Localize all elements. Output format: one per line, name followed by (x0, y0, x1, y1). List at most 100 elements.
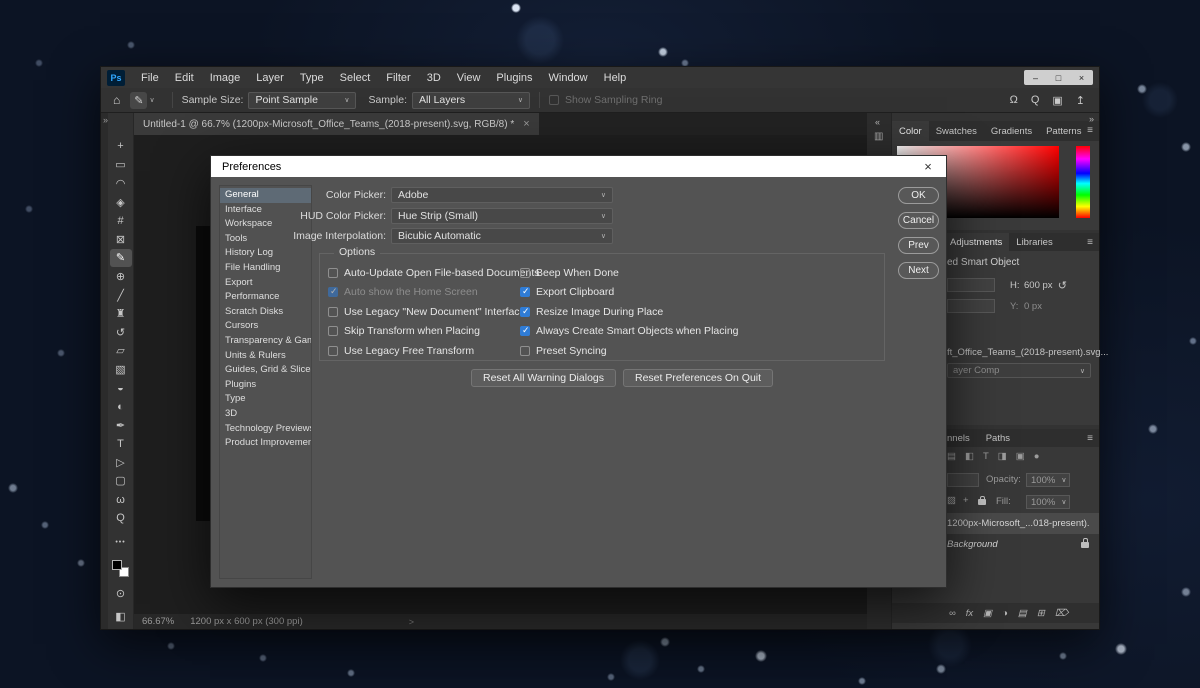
hue-strip[interactable] (1076, 146, 1090, 218)
lock-transparency-icon[interactable]: ▨ (947, 495, 956, 506)
zoom-level[interactable]: 66.67% (142, 616, 174, 627)
panel-tab[interactable]: Libraries (1009, 233, 1059, 251)
clone-stamp-tool-icon[interactable]: ♜ (110, 304, 132, 323)
delete-layer-icon[interactable]: ⌦ (1055, 608, 1068, 619)
panel-tab[interactable]: Swatches (929, 121, 984, 141)
layer-mask-icon[interactable]: ▣ (983, 608, 992, 619)
object-selection-tool-icon[interactable]: ◈ (110, 193, 132, 212)
adjustment-layer-icon[interactable]: ◑ (1002, 608, 1008, 619)
preference-checkbox[interactable]: Auto show the Home Screen (328, 287, 540, 298)
preference-checkbox[interactable]: Use Legacy "New Document" Interface (328, 306, 540, 317)
menu-item[interactable]: Help (596, 72, 635, 84)
menu-item[interactable]: Edit (167, 72, 202, 84)
prefs-sidebar-item[interactable]: Product Improvement (220, 436, 311, 451)
prefs-sidebar-item[interactable]: Guides, Grid & Slices (220, 363, 311, 378)
filter-shape-icon[interactable]: ◨ (998, 451, 1007, 462)
menu-item[interactable]: Select (332, 72, 379, 84)
color-picker-dropdown[interactable]: Adobe ∨ (391, 187, 613, 203)
blur-tool-icon[interactable]: ◒ (110, 379, 132, 398)
filter-kind-icon[interactable]: ▤ (947, 451, 956, 462)
workspace-icon[interactable]: ▣ (1052, 94, 1062, 107)
prefs-sidebar-item[interactable]: Units & Rulers (220, 349, 311, 364)
prefs-sidebar-item[interactable]: Type (220, 392, 311, 407)
panel-tab[interactable]: Gradients (984, 121, 1039, 141)
pen-tool-icon[interactable]: ✒ (110, 416, 132, 435)
move-tool-icon[interactable]: + (110, 137, 132, 156)
prefs-sidebar-item[interactable]: History Log (220, 246, 311, 261)
image-interpolation-dropdown[interactable]: Bicubic Automatic ∨ (391, 228, 613, 244)
panel-strip-icon[interactable]: ▥ (874, 131, 883, 142)
reset-warning-dialogs-button[interactable]: Reset All Warning Dialogs (471, 369, 616, 387)
brush-tool-icon[interactable]: ╱ (110, 286, 132, 305)
filter-toggle-icon[interactable]: ● (1034, 451, 1040, 462)
zoom-tool-icon[interactable]: Q (110, 509, 132, 528)
healing-tool-icon[interactable]: ⊕ (110, 267, 132, 286)
menu-item[interactable]: Window (541, 72, 596, 84)
marquee-tool-icon[interactable]: ▭ (110, 156, 132, 175)
menu-item[interactable]: Image (202, 72, 249, 84)
layer-effects-icon[interactable]: fx (966, 608, 973, 619)
share-icon[interactable]: ↥ (1076, 94, 1085, 107)
shape-tool-icon[interactable]: ▢ (110, 472, 132, 491)
link-layers-icon[interactable]: ∞ (949, 608, 956, 619)
maximize-button[interactable]: □ (1047, 70, 1070, 85)
eyedropper-preset-icon[interactable]: ✎ (130, 92, 147, 109)
eyedropper-tool-icon[interactable]: ✎ (110, 249, 132, 268)
foreground-color-swatch[interactable] (112, 560, 122, 570)
comment-icon[interactable]: Ω (1010, 94, 1018, 106)
panel-menu-icon[interactable]: ≡ (1087, 237, 1093, 248)
x-field[interactable] (947, 299, 995, 313)
home-icon[interactable]: ⌂ (113, 93, 120, 107)
lock-all-icon[interactable] (978, 499, 986, 505)
gradient-tool-icon[interactable]: ▧ (110, 360, 132, 379)
search-icon[interactable]: Q (1031, 94, 1040, 106)
ok-button[interactable]: OK (898, 187, 939, 204)
quick-mask-icon[interactable]: ⊙ (116, 587, 125, 600)
prefs-sidebar-item[interactable]: Scratch Disks (220, 305, 311, 320)
status-chevron-icon[interactable]: > (409, 617, 414, 627)
panel-menu-icon[interactable]: ≡ (1087, 125, 1093, 136)
opacity-field[interactable]: 100% ∨ (1026, 473, 1070, 487)
dodge-tool-icon[interactable]: ◐ (110, 397, 132, 416)
eraser-tool-icon[interactable]: ▱ (110, 342, 132, 361)
menu-item[interactable]: Filter (378, 72, 418, 84)
type-tool-icon[interactable]: T (110, 435, 132, 454)
panel-menu-icon[interactable]: ≡ (1087, 433, 1093, 444)
reset-transform-icon[interactable]: ↺ (1058, 279, 1067, 292)
prev-button[interactable]: Prev (898, 237, 939, 254)
crop-tool-icon[interactable]: # (110, 211, 132, 230)
history-brush-tool-icon[interactable]: ↺ (110, 323, 132, 342)
layer-comp-dropdown[interactable]: ayer Comp ∨ (947, 363, 1091, 378)
prefs-sidebar-item[interactable]: 3D (220, 407, 311, 422)
layer-group-icon[interactable]: ▤ (1018, 608, 1027, 619)
menu-item[interactable]: View (449, 72, 489, 84)
preference-checkbox[interactable]: Resize Image During Place (520, 306, 739, 317)
minimize-button[interactable]: – (1024, 70, 1047, 85)
close-button[interactable]: × (1070, 70, 1093, 85)
hud-color-picker-dropdown[interactable]: Hue Strip (Small) ∨ (391, 208, 613, 224)
panel-tab[interactable]: nnels (947, 433, 970, 444)
preference-checkbox[interactable]: Beep When Done (520, 267, 739, 278)
preference-checkbox[interactable]: Skip Transform when Placing (328, 326, 540, 337)
hand-tool-icon[interactable]: ω (110, 490, 132, 509)
prefs-sidebar-item[interactable]: Cursors (220, 319, 311, 334)
chevron-down-icon[interactable]: ∨ (149, 96, 154, 104)
panel-tab[interactable]: Paths (986, 433, 1010, 444)
preference-checkbox[interactable]: Auto-Update Open File-based Documents (328, 267, 540, 278)
preference-checkbox[interactable]: Use Legacy Free Transform (328, 345, 540, 356)
prefs-sidebar-item[interactable]: File Handling (220, 261, 311, 276)
prefs-sidebar-item[interactable]: Plugins (220, 378, 311, 393)
screen-mode-icon[interactable]: ◧ (115, 610, 125, 623)
prefs-sidebar-item[interactable]: Technology Previews (220, 422, 311, 437)
dialog-close-icon[interactable]: × (910, 159, 946, 174)
frame-tool-icon[interactable]: ⊠ (110, 230, 132, 249)
menu-item[interactable]: Layer (248, 72, 292, 84)
lock-position-icon[interactable]: + (963, 495, 969, 506)
preference-checkbox[interactable]: Always Create Smart Objects when Placing (520, 326, 739, 337)
lasso-tool-icon[interactable]: ◠ (110, 174, 132, 193)
next-button[interactable]: Next (898, 262, 939, 279)
prefs-sidebar-item[interactable]: Performance (220, 290, 311, 305)
blend-mode-dropdown-fragment[interactable] (947, 473, 979, 487)
reset-preferences-on-quit-button[interactable]: Reset Preferences On Quit (623, 369, 773, 387)
preference-checkbox[interactable]: Export Clipboard (520, 287, 739, 298)
